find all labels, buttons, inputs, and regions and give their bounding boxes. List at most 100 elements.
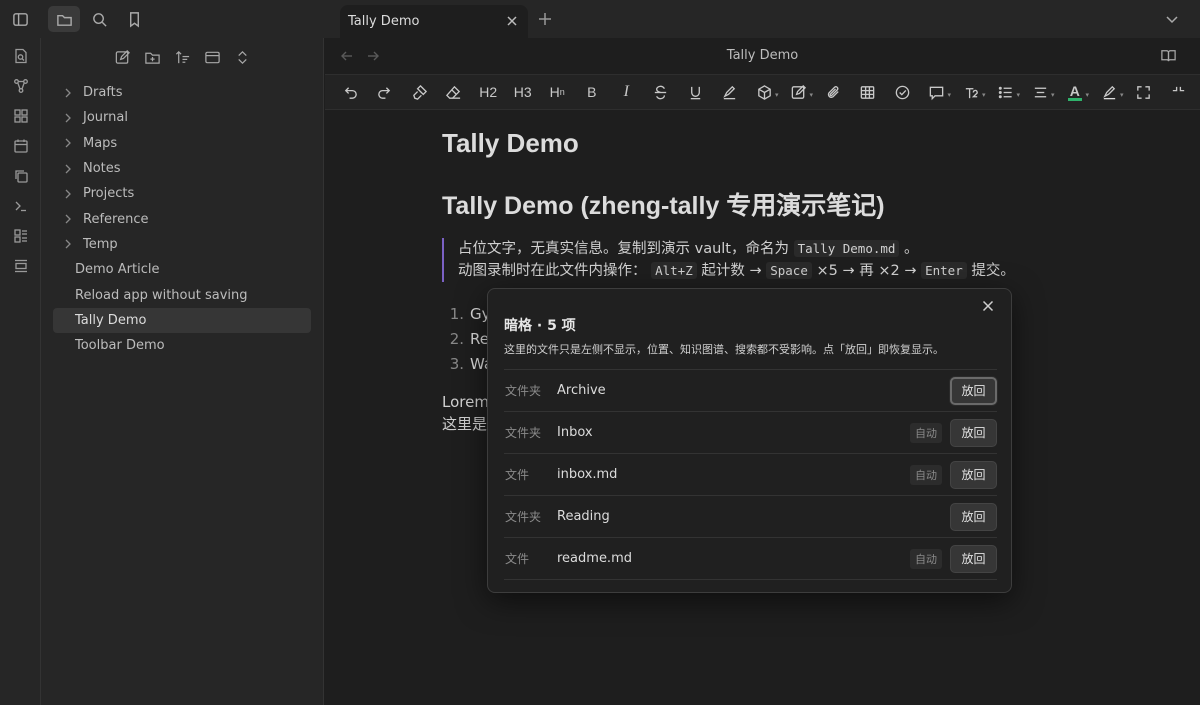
folder-journal[interactable]: Journal <box>53 105 311 130</box>
bookmark-icon[interactable] <box>118 6 150 32</box>
font-color-label: A <box>1067 82 1082 101</box>
bullet-list-button[interactable]: ▾ <box>989 78 1024 106</box>
folder-notes[interactable]: Notes <box>53 156 311 181</box>
bold-button[interactable]: B <box>575 78 610 106</box>
modal-title: 暗格 · 5 项 <box>504 318 576 334</box>
hidden-files-modal: 暗格 · 5 项 这里的文件只是左侧不显示，位置、知识图谱、搜索都不受影响。点「… <box>487 288 1012 593</box>
heading-n-label: H <box>549 84 560 100</box>
strikethrough-button[interactable] <box>644 78 679 106</box>
graph-view-icon[interactable] <box>0 71 41 101</box>
quote-text: 动图录制时在此文件内操作： <box>458 263 647 279</box>
list-layout-icon[interactable] <box>0 221 41 251</box>
chevron-right-icon <box>65 189 71 199</box>
slides-icon[interactable] <box>0 251 41 281</box>
view-title: Tally Demo <box>726 48 799 63</box>
modal-description: 这里的文件只是左侧不显示，位置、知识图谱、搜索都不受影响。点「放回」即恢复显示。 <box>504 343 944 356</box>
file-toolbar-demo[interactable]: Toolbar Demo <box>53 333 311 358</box>
chevron-right-icon <box>65 214 71 224</box>
restore-button[interactable]: 放回 <box>950 460 997 489</box>
collapse-all-icon[interactable] <box>233 47 253 67</box>
ribbon <box>0 38 41 705</box>
eraser-button[interactable] <box>437 78 472 106</box>
reading-mode-icon[interactable] <box>1160 47 1177 64</box>
item-kind: 文件 <box>505 468 530 482</box>
close-icon[interactable] <box>980 298 996 314</box>
cube-icon[interactable]: ▾ <box>747 78 782 106</box>
sort-icon[interactable] <box>173 47 193 67</box>
new-folder-icon[interactable] <box>143 47 163 67</box>
folder-maps[interactable]: Maps <box>53 131 311 156</box>
folder-label: Maps <box>83 135 118 151</box>
close-tab-icon[interactable] <box>504 13 520 29</box>
heading3-button[interactable]: H3 <box>506 78 541 106</box>
auto-reveal-icon[interactable] <box>203 47 223 67</box>
item-kind: 文件 <box>505 552 530 566</box>
terminal-icon[interactable] <box>0 191 41 221</box>
list-number: 2. <box>449 330 464 348</box>
canvas-icon[interactable] <box>0 101 41 131</box>
superscript-button[interactable]: ▾ <box>954 78 989 106</box>
chevron-down-icon[interactable] <box>1164 11 1180 27</box>
restore-button[interactable]: 放回 <box>950 418 997 447</box>
italic-label: I <box>623 83 629 100</box>
quote-text: 占位文字，无真实信息。复制到演示 vault，命名为 <box>458 241 789 257</box>
inline-code: Space <box>766 262 812 279</box>
file-tally-demo[interactable]: Tally Demo <box>53 307 311 333</box>
folder-projects[interactable]: Projects <box>53 181 311 206</box>
quote-text: 起计数 → <box>701 263 762 279</box>
fullscreen-button[interactable] <box>1127 78 1162 106</box>
heading3-label: H3 <box>513 84 532 100</box>
copy-icon[interactable] <box>0 161 41 191</box>
auto-badge: 自动 <box>910 464 942 485</box>
table-button[interactable] <box>851 78 886 106</box>
heading-n-sub: n <box>559 87 565 97</box>
align-button[interactable]: ▾ <box>1023 78 1058 106</box>
restore-button[interactable]: 放回 <box>950 502 997 531</box>
restore-button[interactable]: 放回 <box>950 376 997 405</box>
font-color-button[interactable]: A ▾ <box>1058 78 1093 106</box>
chevron-right-icon <box>65 88 71 98</box>
item-kind: 文件夹 <box>505 510 542 524</box>
new-tab-icon[interactable] <box>536 10 554 28</box>
undo-button[interactable] <box>333 78 368 106</box>
file-label: Demo Article <box>75 262 160 278</box>
folder-temp[interactable]: Temp <box>53 232 311 257</box>
folder-reference[interactable]: Reference <box>53 206 311 231</box>
edit-box-button[interactable]: ▾ <box>782 78 817 106</box>
hidden-item-row: 文件 inbox.md 自动 放回 <box>504 454 997 496</box>
heading2-label: H2 <box>479 84 498 100</box>
inline-code: Tally Demo.md <box>793 240 900 257</box>
calendar-icon[interactable] <box>0 131 41 161</box>
blockquote: 占位文字，无真实信息。复制到演示 vault，命名为 Tally Demo.md… <box>442 238 1142 282</box>
quote-text: 。 <box>904 241 919 257</box>
attachment-button[interactable] <box>816 78 851 106</box>
callout-button[interactable]: ▾ <box>920 78 955 106</box>
item-kind: 文件夹 <box>505 426 542 440</box>
new-note-icon[interactable] <box>113 47 133 67</box>
checkbox-button[interactable] <box>885 78 920 106</box>
sidebar-toggle-icon[interactable] <box>4 6 36 32</box>
heading-n-button[interactable]: Hn <box>540 78 575 106</box>
format-painter-button[interactable] <box>402 78 437 106</box>
file-reload-app[interactable]: Reload app without saving <box>53 282 311 307</box>
search-icon[interactable] <box>83 6 115 32</box>
inline-code: Alt+Z <box>651 262 697 279</box>
italic-button[interactable]: I <box>609 78 644 106</box>
folder-drafts[interactable]: Drafts <box>53 80 311 105</box>
highlight-color-button[interactable]: ▾ <box>1092 78 1127 106</box>
format-toolbar: H2 H3 Hn B I ▾ ▾ ▾ ▾ ▾ ▾ A ▾ ▾ <box>325 74 1200 110</box>
hidden-item-row: 文件 readme.md 自动 放回 <box>504 538 997 580</box>
item-kind: 文件夹 <box>505 384 542 398</box>
heading2-button[interactable]: H2 <box>471 78 506 106</box>
file-explorer-icon[interactable] <box>48 6 80 32</box>
redo-button[interactable] <box>368 78 403 106</box>
tab-tally-demo[interactable]: Tally Demo <box>340 5 528 38</box>
focus-mode-button[interactable] <box>1161 78 1196 106</box>
underline-button[interactable] <box>678 78 713 106</box>
restore-button[interactable]: 放回 <box>950 544 997 573</box>
highlight-pen-button[interactable] <box>713 78 748 106</box>
random-note-icon[interactable] <box>0 41 41 71</box>
item-name: Inbox <box>557 425 593 440</box>
view-header: Tally Demo <box>325 38 1200 74</box>
file-demo-article[interactable]: Demo Article <box>53 257 311 282</box>
